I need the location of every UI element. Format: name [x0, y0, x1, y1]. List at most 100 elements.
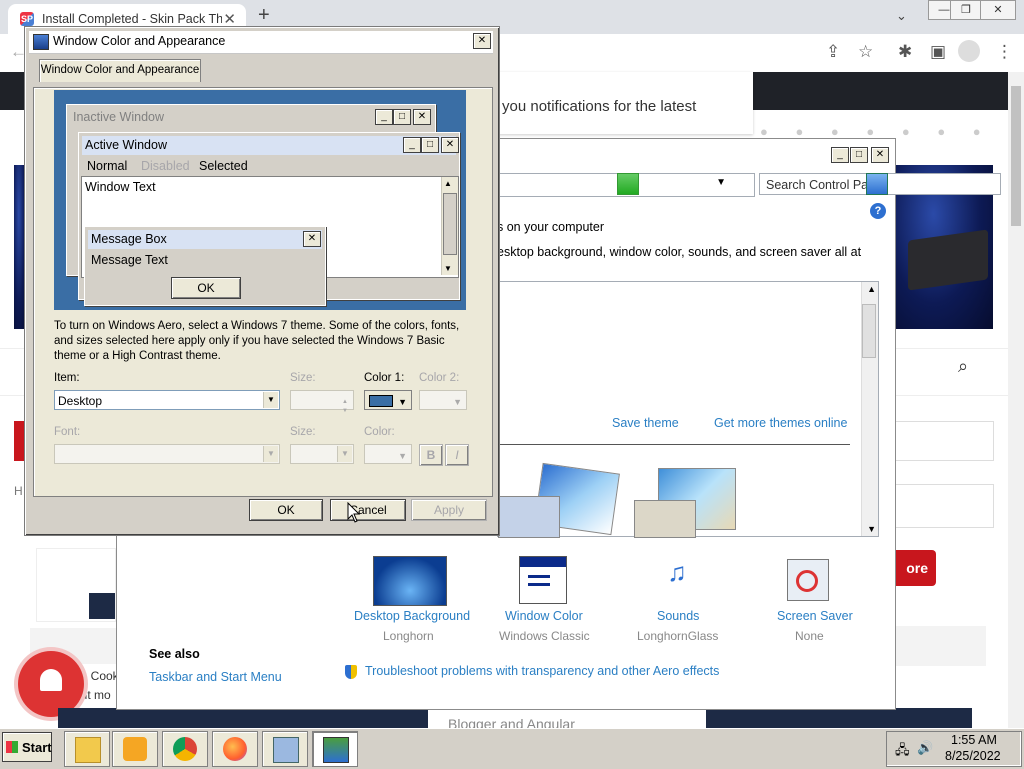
start-button[interactable]: Start: [2, 732, 52, 762]
size-label: Size:: [290, 372, 316, 384]
item-select[interactable]: Desktop ▼: [54, 390, 280, 410]
color1-picker[interactable]: ▼: [364, 390, 412, 410]
taskbar-chrome[interactable]: [162, 731, 208, 767]
dialog-title: Window Color and Appearance: [53, 34, 226, 48]
bookmark-star-icon[interactable]: ☆: [858, 42, 873, 62]
font-color-picker[interactable]: ▼: [364, 444, 412, 464]
screen-saver-icon[interactable]: [787, 559, 829, 601]
dialog-close-button[interactable]: ✕: [473, 33, 491, 49]
refresh-icon[interactable]: [617, 173, 639, 195]
dialog-cancel-button[interactable]: Cancel: [330, 499, 406, 521]
size-spinner[interactable]: ▲ ▼: [290, 390, 354, 414]
desktop-background-icon[interactable]: [373, 556, 447, 606]
firefox-icon: [223, 737, 247, 761]
desktop-background-link[interactable]: Desktop Background: [354, 609, 470, 623]
share-icon[interactable]: ⇪: [826, 42, 840, 62]
page-scrollbar[interactable]: [1008, 72, 1024, 728]
font-size-label: Size:: [290, 426, 316, 438]
taskbar-control-panel[interactable]: [262, 731, 308, 767]
font-size-dropdown-icon[interactable]: ▼: [337, 446, 352, 462]
browser-menu-icon[interactable]: ⋮: [996, 42, 1013, 62]
tab-search-chevron-icon[interactable]: ⌄: [896, 8, 907, 24]
color2-dropdown-icon[interactable]: ▼: [453, 392, 462, 412]
color1-dropdown-icon[interactable]: ▼: [398, 392, 407, 412]
scroll-down-arrow-icon[interactable]: ▼: [867, 524, 876, 534]
taskbar-media-player[interactable]: [112, 731, 158, 767]
sounds-icon[interactable]: ♫: [653, 557, 701, 601]
browser-restore-button[interactable]: ❐: [950, 0, 982, 20]
inactive-minimize-icon: _: [375, 109, 393, 125]
no-sign-icon: [796, 570, 818, 592]
window-color-link[interactable]: Window Color: [505, 609, 583, 623]
site-search-icon[interactable]: ⌕: [958, 356, 968, 377]
dialog-apply-button[interactable]: Apply: [411, 499, 487, 521]
theme-thumbnail-2[interactable]: [498, 496, 560, 538]
font-dropdown-icon[interactable]: ▼: [263, 446, 278, 462]
browser-close-button[interactable]: ✕: [980, 0, 1016, 20]
laptop-image: [908, 229, 988, 291]
item-select-value: Desktop: [58, 394, 103, 408]
new-tab-button[interactable]: +: [258, 4, 270, 27]
dialog-app-icon: [33, 34, 49, 50]
troubleshoot-link[interactable]: Troubleshoot problems with transparency …: [365, 664, 719, 678]
sounds-link[interactable]: Sounds: [657, 609, 699, 623]
preview-menu-disabled: Disabled: [141, 159, 190, 173]
window-color-icon[interactable]: [519, 556, 567, 604]
taskbar-firefox[interactable]: [212, 731, 258, 767]
profile-avatar[interactable]: [958, 40, 980, 62]
preview-message-box: Message Box ✕ Message Text OK: [84, 226, 326, 306]
font-size-select[interactable]: ▼: [290, 444, 354, 464]
screen-saver-link[interactable]: Screen Saver: [777, 609, 853, 623]
dialog-ok-button[interactable]: OK: [249, 499, 323, 521]
font-color-dropdown-icon[interactable]: ▼: [398, 446, 407, 466]
taskbar-start-menu-link[interactable]: Taskbar and Start Menu: [149, 670, 282, 684]
preview-window-text: Window Text: [85, 180, 156, 194]
preview-message-box-title: Message Box: [88, 230, 322, 249]
preview-message-text: Message Text: [91, 253, 168, 267]
active-minimize-icon: _: [403, 137, 421, 153]
preview-menu-selected: Selected: [199, 159, 248, 173]
volume-icon[interactable]: 🔊: [917, 740, 933, 756]
font-label: Font:: [54, 426, 81, 438]
help-icon[interactable]: ?: [870, 203, 886, 219]
cp-minimize-button[interactable]: _: [831, 147, 849, 163]
taskbar-display-settings[interactable]: [312, 731, 358, 767]
network-icon[interactable]: 🖧: [895, 741, 910, 763]
dialog-titlebar: Window Color and Appearance ✕: [29, 31, 493, 54]
color2-picker[interactable]: ▼: [419, 390, 467, 410]
theme-thumbnail-4[interactable]: [634, 500, 696, 538]
clock-date[interactable]: 8/25/2022: [945, 749, 1001, 763]
message-box-close-icon: ✕: [303, 231, 321, 247]
preview-menu-normal: Normal: [87, 159, 128, 173]
cp-close-button[interactable]: ✕: [871, 147, 889, 163]
side-panel-icon[interactable]: ▣: [930, 42, 946, 62]
tab-window-color[interactable]: Window Color and Appearance: [39, 59, 201, 82]
system-tray: 🖧 🔊 1:55 AM 8/25/2022: [886, 731, 1022, 767]
bell-icon: [40, 669, 62, 691]
taskbar-file-explorer[interactable]: [64, 731, 110, 767]
bold-button[interactable]: B: [419, 444, 443, 466]
clock-time[interactable]: 1:55 AM: [951, 733, 997, 747]
shield-icon: [345, 665, 357, 679]
post-thumbnail[interactable]: [36, 548, 116, 622]
right-input-box[interactable]: [894, 421, 994, 461]
preview-scrollbar: ▲ ▼: [441, 177, 458, 275]
save-theme-link[interactable]: Save theme: [612, 416, 679, 430]
address-dropdown-icon[interactable]: ▼: [716, 177, 726, 188]
sounds-sub: LonghornGlass: [637, 629, 719, 643]
red-accent-block: [14, 421, 24, 461]
cp-maximize-button[interactable]: □: [850, 147, 868, 163]
get-more-themes-link[interactable]: Get more themes online: [714, 416, 847, 430]
desktop-background-sub: Longhorn: [383, 629, 434, 643]
extensions-puzzle-icon[interactable]: ✱: [898, 42, 912, 62]
item-dropdown-icon[interactable]: ▼: [263, 392, 278, 408]
page-scrollbar-thumb[interactable]: [1011, 86, 1021, 226]
font-select[interactable]: ▼: [54, 444, 280, 464]
aero-info-text: To turn on Windows Aero, select a Window…: [54, 320, 460, 362]
scroll-up-arrow-icon[interactable]: ▲: [867, 284, 876, 294]
italic-button[interactable]: I: [445, 444, 469, 466]
themes-scrollbar-thumb[interactable]: [862, 304, 876, 358]
folder-icon: [75, 737, 101, 763]
notification-prompt: you notifications for the latest: [488, 72, 753, 134]
appearance-preview[interactable]: Inactive Window _ □ ✕ Active Window _ □ …: [54, 90, 466, 310]
